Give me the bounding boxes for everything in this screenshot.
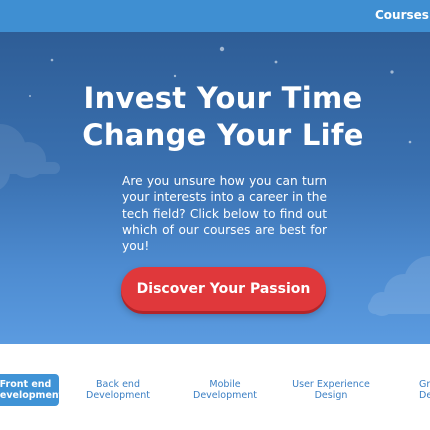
discover-passion-button-label: Discover Your Passion: [136, 281, 311, 297]
nav-courses-label: Courses: [375, 8, 429, 22]
hero-title: Invest Your Time Change Your Life: [0, 80, 430, 154]
tab-label-line-2: Development: [193, 390, 257, 401]
tab-label-line-2: Development: [86, 390, 150, 401]
tab-label-line-1: User Experience: [292, 378, 370, 390]
page: Courses▾: [0, 0, 430, 430]
top-nav-bar: Courses▾: [0, 0, 430, 32]
tab-user-experience-design[interactable]: User Experience Design: [288, 374, 374, 406]
tab-front-end-development[interactable]: Front end Development: [0, 374, 64, 406]
discover-passion-button[interactable]: Discover Your Passion: [121, 267, 326, 311]
tab-label-line-2: Development: [0, 390, 64, 401]
tab-back-end-development[interactable]: Back end Development: [80, 374, 156, 406]
tab-label-line-2: Design: [419, 390, 430, 401]
hero-title-line-2: Change Your Life: [82, 118, 364, 152]
tab-graphic-design[interactable]: Graphic Design: [419, 374, 430, 406]
tab-label-line-1: Back end: [96, 378, 140, 390]
tab-label-line-1: Mobile: [209, 378, 241, 390]
hero-title-line-1: Invest Your Time: [83, 81, 363, 115]
hero-section: Invest Your Time Change Your Life Are yo…: [0, 32, 430, 344]
tab-label-line-2: Design: [314, 390, 348, 401]
hero-description: Are you unsure how you can turn your int…: [122, 174, 327, 254]
tab-label-line-1: Front end: [0, 378, 52, 390]
nav-courses-link[interactable]: Courses▾: [375, 8, 430, 22]
tab-label-line-1: Graphic: [419, 378, 430, 390]
tab-mobile-development[interactable]: Mobile Development: [187, 374, 263, 406]
cloud-right-decor: [368, 256, 430, 316]
course-tabs: Front end Development Back end Developme…: [0, 344, 430, 430]
